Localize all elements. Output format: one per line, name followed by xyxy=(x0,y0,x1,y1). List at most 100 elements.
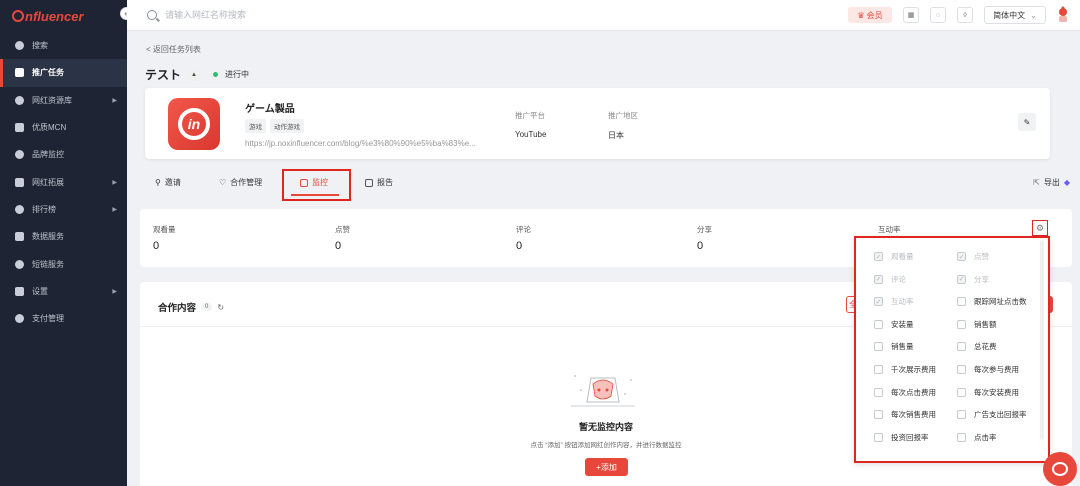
data-icon xyxy=(14,232,24,242)
metric-option-label: 投资回报率 xyxy=(891,432,929,442)
sidebar-item-label: 排行榜 xyxy=(32,204,56,214)
checkbox-checked-icon: ✓ xyxy=(874,274,883,284)
logo-mark-icon xyxy=(12,10,24,22)
bell-icon[interactable]: ◊ xyxy=(957,7,973,23)
message-icon[interactable]: ◌ xyxy=(930,7,946,23)
gear-icon xyxy=(14,286,24,296)
stat-label-likes: 点赞 xyxy=(335,225,350,234)
metric-option[interactable]: 每次点击费用 xyxy=(874,387,936,398)
sidebar-item-4[interactable]: 品牌监控 xyxy=(0,141,127,168)
content-title: 合作内容 xyxy=(158,303,197,314)
add-button[interactable]: +添加 xyxy=(585,458,628,476)
metric-option[interactable]: 销售量 xyxy=(874,341,914,352)
brand-logo[interactable]: nfluencer xyxy=(0,0,127,32)
collapse-up-icon[interactable]: ▲ xyxy=(188,68,201,81)
sidebar-item-9[interactable]: 设置 ▶ xyxy=(0,278,127,305)
checkbox-icon[interactable] xyxy=(874,432,883,442)
crown-icon: ♛ xyxy=(857,10,865,20)
metric-option[interactable]: 每次安装费用 xyxy=(957,387,1019,398)
checkbox-icon[interactable] xyxy=(874,319,883,329)
checkbox-icon[interactable] xyxy=(957,387,966,397)
search-bar[interactable]: 请输入网红名称搜索 xyxy=(147,8,246,21)
refresh-icon[interactable]: ↻ xyxy=(217,303,224,312)
back-link[interactable]: < 返回任务列表 xyxy=(146,44,201,55)
document-icon xyxy=(365,178,373,187)
product-url[interactable]: https://jp.noxinfluencer.com/blog/%e3%80… xyxy=(245,139,476,148)
metric-option[interactable]: 点击率 xyxy=(957,432,997,443)
checkbox-checked-icon: ✓ xyxy=(957,252,966,261)
status-badge: 进行中 xyxy=(225,70,250,79)
product-tag: 动作游戏 xyxy=(270,119,304,133)
sidebar-item-1[interactable]: 推广任务 xyxy=(0,59,127,87)
top-bar: 请输入网红名称搜索 ♛ 会员 ▦ ◌ ◊ 简体中文 ⌄ xyxy=(127,0,1080,31)
diamond-icon: ◆ xyxy=(1063,178,1070,187)
checkbox-icon[interactable] xyxy=(957,432,966,442)
sidebar-item-8[interactable]: 短链服务 xyxy=(0,250,127,277)
export-label: 导出 xyxy=(1043,178,1060,187)
stat-value-comments: 0 xyxy=(516,240,523,252)
sidebar-item-6[interactable]: 排行榜 ▶ xyxy=(0,196,127,223)
metric-option[interactable]: 千次展示费用 xyxy=(874,364,936,375)
metric-option: ✓ 互动率 xyxy=(874,296,914,307)
checkbox-icon[interactable] xyxy=(874,387,883,397)
avatar[interactable] xyxy=(1054,5,1072,25)
metric-option[interactable]: 每次参与费用 xyxy=(957,364,1019,375)
metric-option[interactable]: 广告支出回报率 xyxy=(957,409,1027,420)
tab-invite[interactable]: ⚲ 邀请 xyxy=(155,177,181,188)
metric-option-label: 安装量 xyxy=(891,319,914,329)
stat-value-views: 0 xyxy=(153,240,160,252)
checkbox-icon[interactable] xyxy=(957,319,966,329)
product-tags: 游戏 动作游戏 xyxy=(245,119,304,133)
sidebar-item-7[interactable]: 数据服务 xyxy=(0,223,127,250)
sidebar-item-3[interactable]: 优质MCN xyxy=(0,114,127,141)
chat-button[interactable] xyxy=(1043,452,1077,486)
sidebar-item-label: 推广任务 xyxy=(32,68,64,78)
export-icon: ⇱ xyxy=(1033,178,1040,187)
checkbox-icon[interactable] xyxy=(957,365,966,374)
person-icon: ⚲ xyxy=(155,178,161,187)
sidebar-item-label: 设置 xyxy=(32,286,48,296)
metric-option-label: 点赞 xyxy=(974,252,989,261)
wallet-icon xyxy=(14,314,24,324)
metric-option: ✓ 观看量 xyxy=(874,251,914,262)
checkbox-icon[interactable] xyxy=(957,342,966,352)
checkbox-icon[interactable] xyxy=(957,297,966,307)
metric-option[interactable]: 销售额 xyxy=(957,319,997,330)
sidebar-item-5[interactable]: 网红拓展 ▶ xyxy=(0,168,127,195)
metric-option-label: 点击率 xyxy=(974,432,997,442)
sidebar-item-0[interactable]: 搜索 xyxy=(0,32,127,59)
metric-option-label: 跟踪网址点击数 xyxy=(974,297,1027,307)
search-icon xyxy=(147,9,157,20)
search-input[interactable]: 请输入网红名称搜索 xyxy=(165,8,246,21)
sidebar-item-10[interactable]: 支付管理 xyxy=(0,305,127,332)
metric-settings-button[interactable]: ⚙ xyxy=(1032,220,1048,236)
checkbox-icon[interactable] xyxy=(874,365,883,374)
vip-button[interactable]: ♛ 会员 xyxy=(848,7,892,23)
building-icon xyxy=(14,123,24,133)
metric-option[interactable]: 总花费 xyxy=(957,341,997,352)
metric-option-label: 分享 xyxy=(974,274,989,284)
metric-option[interactable]: 跟踪网址点击数 xyxy=(957,296,1027,307)
tab-report[interactable]: 报告 xyxy=(365,177,393,188)
chevron-right-icon: ▶ xyxy=(112,206,117,213)
edit-button[interactable]: ✎ xyxy=(1018,113,1036,131)
tab-cooperation[interactable]: ♡ 合作管理 xyxy=(219,177,262,188)
metric-option[interactable]: 投资回报率 xyxy=(874,432,929,443)
scrollbar[interactable] xyxy=(1040,240,1044,440)
status-dot xyxy=(213,72,219,77)
apps-icon[interactable]: ▦ xyxy=(903,7,919,23)
checkbox-checked-icon: ✓ xyxy=(957,274,966,284)
metric-option[interactable]: 每次销售费用 xyxy=(874,409,936,420)
export-button[interactable]: ⇱ 导出 ◆ xyxy=(1033,177,1070,188)
checkbox-icon[interactable] xyxy=(874,342,883,352)
language-select[interactable]: 简体中文 ⌄ xyxy=(984,6,1046,24)
highlight-box xyxy=(282,169,351,201)
metric-option-label: 广告支出回报率 xyxy=(974,410,1027,420)
sidebar-item-2[interactable]: 网红资源库 ▶ xyxy=(0,87,127,114)
gear-icon: ⚙ xyxy=(1035,222,1045,233)
checkbox-icon[interactable] xyxy=(957,410,966,420)
sidebar: nfluencer 搜索推广任务网红资源库 ▶ 优质MCN 品牌监控 网红拓展 ▶ 排行榜 ▶… xyxy=(0,0,127,486)
metric-option: ✓ 分享 xyxy=(957,274,989,285)
checkbox-icon[interactable] xyxy=(874,410,883,420)
metric-option[interactable]: 安装量 xyxy=(874,319,914,330)
